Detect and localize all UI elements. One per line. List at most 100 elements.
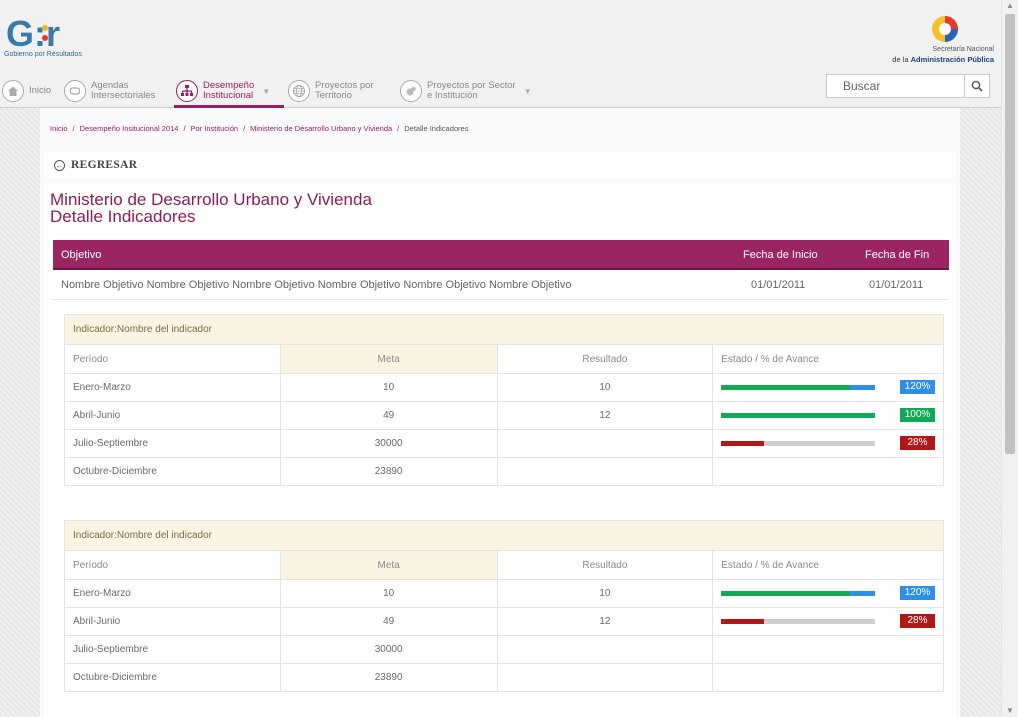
progress-bar: 28% [721,435,935,450]
table-row: Abril-Junio 49 12 100% [64,401,944,430]
progress-bar [721,644,935,656]
result-cell [496,457,714,486]
progress-track [721,618,876,624]
progress-bar [721,672,935,684]
progress-badge: 120% [900,585,935,600]
breadcrumb-link-institucion[interactable]: Por Institución [191,124,239,133]
status-cell: 120% [712,373,944,402]
progress-track [721,412,876,418]
period-col-header: Período [64,550,281,580]
status-col-header: Estado / % de Avance [712,344,944,374]
chevron-down-icon: ▼ [523,86,532,96]
search-icon [971,80,983,92]
period-cell: Julio-Septiembre [64,429,281,458]
nav-label: Inicio [29,85,52,96]
logo-text: G:r [6,16,60,52]
progress-fill [721,440,765,446]
status-col-header: Estado / % de Avance [712,550,944,580]
meta-cell: 30000 [279,635,498,664]
breadcrumb-link-desempeno[interactable]: Desempeño Insitucional 2014 [80,124,179,133]
objective-col-header: Objetivo [61,249,102,261]
back-label: REGRESAR [71,159,138,171]
nav-item-territorio[interactable]: Proyectos por Territorio [288,76,374,106]
page-title-box: Ministerio de Desarrollo Urbano y Vivien… [44,184,956,236]
meta-cell: 10 [279,579,498,608]
chevron-down-icon: ▼ [262,86,271,96]
progress-overflow [849,384,876,390]
table-row: Julio-Septiembre 30000 [64,635,944,664]
meta-col-header: Meta [279,550,498,580]
nav-item-sector[interactable]: Proyectos por Sector e Institución ▼ [400,76,532,106]
table-row: Julio-Septiembre 30000 28% [64,429,944,458]
period-col-header: Período [64,344,281,374]
back-bar: ← REGRESAR [44,152,956,178]
agenda-icon [64,80,86,102]
scroll-down-icon[interactable]: ▼ [1002,705,1018,717]
sna-line2: de la Administración Pública [892,55,994,64]
meta-col-header: Meta [279,344,498,374]
progress-badge: 120% [900,379,935,394]
status-cell [712,663,944,692]
indicator-table: Indicador:Nombre del indicador Período M… [64,314,944,486]
vertical-scrollbar[interactable]: ▲ ▼ [1001,0,1018,717]
table-row: Abril-Junio 49 12 28% [64,607,944,636]
progress-bar: 28% [721,613,935,628]
breadcrumb: Inicio / Desempeño Insitucional 2014/Por I… [50,124,469,133]
breadcrumb-link-ministerio[interactable]: Ministerio de Desarrollo Urbano y Vivien… [250,124,392,133]
status-cell: 28% [712,429,944,458]
table-row: Octubre-Diciembre 23890 [64,457,944,486]
period-cell: Abril-Junio [64,401,281,430]
scroll-up-icon[interactable]: ▲ [1002,0,1018,12]
progress-fill [721,618,765,624]
status-cell: 100% [712,401,944,430]
scrollbar-thumb[interactable] [1005,14,1015,454]
result-col-header: Resultado [496,344,714,374]
progress-bar [721,466,935,478]
sna-emblem-icon [932,16,958,42]
table-row: Enero-Marzo 10 10 120% [64,373,944,402]
table-row: Octubre-Diciembre 23890 [64,663,944,692]
org-chart-icon [176,80,198,102]
progress-fill [721,590,850,596]
progress-fill [721,384,850,390]
breadcrumb-link-inicio[interactable]: Inicio [50,124,68,133]
objective-row: Nombre Objetivo Nombre Objetivo Nombre O… [53,271,949,300]
status-cell [712,457,944,486]
indicator-panel: Objetivo Fecha de Inicio Fecha de Fin No… [44,236,956,717]
search-button[interactable] [964,75,989,97]
progress-track [721,440,876,446]
status-cell [712,635,944,664]
result-cell: 12 [496,401,714,430]
result-cell: 10 [496,373,714,402]
period-cell: Enero-Marzo [64,579,281,608]
objective-header: Objetivo Fecha de Inicio Fecha de Fin [53,240,949,270]
objective-start-date: 01/01/2011 [751,279,806,291]
breadcrumb-current: Detalle Indicadores [404,124,469,133]
progress-badge: 28% [900,613,935,628]
result-cell: 12 [496,607,714,636]
site-header: G:r Gobierno por Resultados Secretaría N… [0,0,1002,108]
page-subtitle: Detalle Indicadores [50,207,196,226]
result-cell [496,635,714,664]
nav-label: Desempeño Institucional [203,80,255,101]
back-button[interactable]: ← REGRESAR [54,159,137,171]
content-column: Inicio / Desempeño Insitucional 2014/Por I… [40,108,960,717]
progress-badge: 28% [900,435,935,450]
nav-item-agendas[interactable]: Agendas Intersectoriales [64,76,155,106]
nav-item-inicio[interactable]: Inicio [2,76,51,106]
progress-track [721,384,876,390]
search-box [826,74,990,98]
nav-label: Agendas Intersectoriales [91,80,156,101]
nav-item-desempeno[interactable]: Desempeño Institucional ▼ [176,76,270,106]
progress-bar: 120% [721,379,935,394]
nav-label: Proyectos por Territorio [315,80,374,101]
objective-end-date: 01/01/2011 [869,279,924,291]
objective-name: Nombre Objetivo Nombre Objetivo Nombre O… [61,279,572,291]
search-input[interactable] [827,75,965,97]
progress-badge: 100% [900,407,935,422]
period-cell: Enero-Marzo [64,373,281,402]
period-cell: Julio-Septiembre [64,635,281,664]
result-cell [496,429,714,458]
meta-cell: 23890 [279,457,498,486]
logo-caption: Gobierno por Resultados [4,51,82,58]
